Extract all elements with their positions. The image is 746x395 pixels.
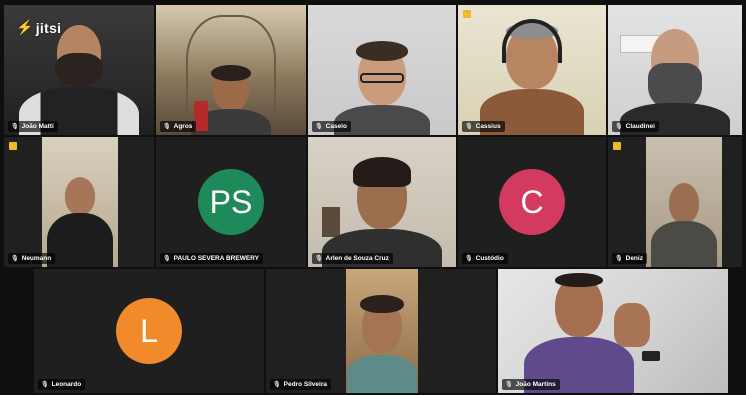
mic-muted-icon: 🎙	[41, 382, 49, 388]
participant-tile-paulo-severa-brewery[interactable]: PS 🎙 PAULO SEVERA BREWERY	[156, 137, 306, 267]
participant-video	[608, 137, 742, 267]
participant-tile-leonardo[interactable]: L 🎙 Leonardo	[34, 269, 264, 393]
name-tag: 🎙 Deniz	[612, 253, 647, 264]
name-tag: 🎙 Neumann	[8, 253, 56, 264]
camera-feed	[42, 137, 118, 267]
mic-muted-icon: 🎙	[11, 124, 19, 130]
participant-tile-claudinei[interactable]: 🎙 Claudinei	[608, 5, 742, 135]
participant-tile-caselo[interactable]: 🎙 Caselo	[308, 5, 456, 135]
name-tag: 🎙 João Matti	[8, 121, 58, 132]
mic-muted-icon: 🎙	[615, 124, 623, 130]
camera-feed	[346, 269, 418, 393]
mic-muted-icon: 🎙	[163, 124, 171, 130]
picture-frame	[322, 207, 340, 237]
mic-muted-icon: 🎙	[315, 124, 323, 130]
participant-video	[608, 5, 742, 135]
name-tag: 🎙 Claudinei	[612, 121, 659, 132]
participant-video	[308, 5, 456, 135]
participant-tile-agros[interactable]: 🎙 Agros	[156, 5, 306, 135]
participant-video	[308, 137, 456, 267]
glasses	[360, 73, 404, 83]
participant-tile-joao-martins[interactable]: 🎙 João Martins	[498, 269, 728, 393]
name-tag: 🎙 João Martins	[502, 379, 560, 390]
participant-video	[156, 5, 306, 135]
jitsi-logo-icon: ⚡	[16, 19, 34, 35]
participant-tile-cassius[interactable]: ✋ 🎙 Cassius	[458, 5, 606, 135]
wristwatch	[642, 351, 660, 361]
participant-tile-custodio[interactable]: C 🎙 Custódio	[458, 137, 606, 267]
camera-feed	[646, 137, 722, 267]
mic-muted-icon: 🎙	[273, 382, 281, 388]
name-tag: 🎙 Arlen de Souza Cruz	[312, 253, 393, 264]
name-tag: 🎙 Leonardo	[38, 379, 86, 390]
avatar: PS	[198, 169, 264, 235]
participant-tile-pedro-silveira[interactable]: 🎙 Pedro Silveira	[266, 269, 496, 393]
red-chair	[194, 101, 208, 131]
hand-gesture	[614, 303, 650, 347]
mic-muted-icon: 🎙	[11, 256, 19, 262]
participant-tile-neumann[interactable]: ✋ 🎙 Neumann	[4, 137, 154, 267]
jitsi-logo: ⚡ jitsi	[16, 19, 62, 36]
participant-video	[4, 137, 154, 267]
participant-video	[498, 269, 728, 393]
name-tag: 🎙 Pedro Silveira	[270, 379, 331, 390]
mic-muted-icon: 🎙	[465, 124, 473, 130]
participant-tile-deniz[interactable]: ✋ 🎙 Deniz	[608, 137, 742, 267]
raised-hand-icon: ✋	[613, 142, 621, 150]
mic-muted-icon: 🎙	[163, 256, 171, 262]
mic-muted-icon: 🎙	[315, 256, 323, 262]
participant-video	[458, 5, 606, 135]
name-tag: 🎙 Agros	[160, 121, 197, 132]
mic-muted-icon: 🎙	[615, 256, 623, 262]
mic-muted-icon: 🎙	[505, 382, 513, 388]
name-tag: 🎙 Cassius	[462, 121, 505, 132]
raised-hand-icon: ✋	[463, 10, 471, 18]
avatar: C	[499, 169, 565, 235]
avatar: L	[116, 298, 182, 364]
name-tag: 🎙 Custódio	[462, 253, 508, 264]
participant-video	[266, 269, 496, 393]
name-tag: 🎙 PAULO SEVERA BREWERY	[160, 253, 263, 264]
raised-hand-icon: ✋	[9, 142, 17, 150]
name-tag: 🎙 Caselo	[312, 121, 351, 132]
participant-tile-joao-matti[interactable]: ⚡ jitsi 🎙 João Matti	[4, 5, 154, 135]
participant-tile-arlen-de-souza-cruz[interactable]: 🎙 Arlen de Souza Cruz	[308, 137, 456, 267]
mic-muted-icon: 🎙	[465, 256, 473, 262]
